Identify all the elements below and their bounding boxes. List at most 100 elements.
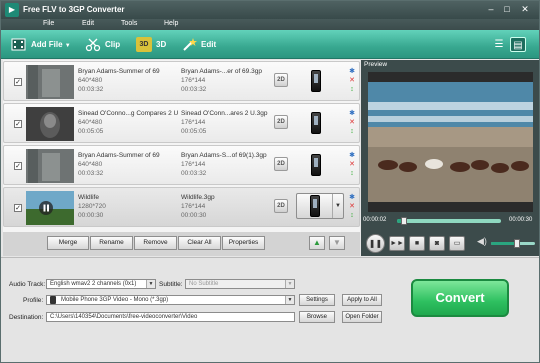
remove-button[interactable]: Remove <box>134 236 177 250</box>
volume-slider[interactable] <box>491 239 535 248</box>
audio-track-value: English wmav2 2 channels (0x1) <box>50 281 137 287</box>
menu-tools[interactable]: Tools <box>121 20 137 27</box>
browse-button[interactable]: Browse <box>299 311 335 323</box>
close-icon[interactable]: ✕ <box>519 4 531 15</box>
volume-icon[interactable]: ◀) <box>477 236 487 247</box>
apply-to-all-button[interactable]: Apply to All <box>342 294 382 306</box>
profile-select[interactable]: Mobile Phone 3GP Video - Mono (*.3gp) ▼ <box>46 295 295 305</box>
2d-button[interactable]: 2D <box>274 73 288 87</box>
folder-icon[interactable]: ▭ <box>449 236 465 251</box>
output-duration: 00:00:30 <box>181 212 207 219</box>
phone-profile-icon[interactable] <box>311 112 321 134</box>
source-info: Bryan Adams-Summer of 69 640*480 00:03:3… <box>78 67 160 94</box>
clear-all-button[interactable]: Clear All <box>178 236 221 250</box>
source-duration: 00:00:30 <box>78 212 104 219</box>
menu-bar: File Edit Tools Help <box>1 19 539 30</box>
file-checkbox[interactable]: ✓ <box>14 120 22 128</box>
phone-profile-icon[interactable] <box>311 154 321 176</box>
move-icon[interactable]: ↕ <box>348 85 356 94</box>
profile-dropdown[interactable]: ▼ <box>296 193 344 219</box>
menu-help[interactable]: Help <box>164 20 178 27</box>
remove-icon[interactable]: ✕ <box>348 160 356 169</box>
detail-view-icon[interactable]: ▤ <box>510 37 526 52</box>
output-name: Bryan Adams-...er of 69.3gp <box>181 68 262 75</box>
list-item[interactable]: ✓ Bryan Adams-Summer of 69 640*480 00:03… <box>3 145 360 185</box>
time-total: 00:00:30 <box>509 217 533 223</box>
source-title: Bryan Adams-Summer of 69 <box>78 152 160 159</box>
seek-handle[interactable] <box>401 217 408 225</box>
destination-input[interactable]: C:\Users\140354\Documents\free-videoconv… <box>46 312 295 322</box>
list-view-icon[interactable]: ☰ <box>491 37 507 52</box>
move-icon[interactable]: ↕ <box>348 127 356 136</box>
menu-file[interactable]: File <box>43 20 54 27</box>
convert-button[interactable]: Convert <box>411 279 509 317</box>
source-duration: 00:03:32 <box>78 170 104 177</box>
2d-button[interactable]: 2D <box>274 199 288 213</box>
move-icon[interactable]: ↕ <box>348 169 356 178</box>
2d-button[interactable]: 2D <box>274 157 288 171</box>
profile-value: Mobile Phone 3GP Video - Mono (*.3gp) <box>61 297 169 303</box>
chevron-down-icon: ▼ <box>64 43 71 49</box>
phone-profile-icon[interactable] <box>311 70 321 92</box>
open-folder-button[interactable]: Open Folder <box>342 311 382 323</box>
move-down-icon[interactable]: ▼ <box>329 236 345 250</box>
video-thumbnail[interactable] <box>26 107 74 141</box>
seek-bar[interactable] <box>397 217 501 225</box>
video-thumbnail[interactable] <box>26 191 74 225</box>
app-logo-icon: ▶ <box>5 3 19 17</box>
menu-edit[interactable]: Edit <box>82 20 94 27</box>
2d-button[interactable]: 2D <box>274 115 288 129</box>
volume-handle[interactable] <box>514 239 521 248</box>
source-resolution: 640*480 <box>78 77 103 84</box>
source-duration: 00:03:32 <box>78 86 104 93</box>
remove-icon[interactable]: ✕ <box>348 202 356 211</box>
pause-icon[interactable]: ❚❚ <box>366 234 385 253</box>
settings-icon[interactable]: ✱ <box>348 109 356 118</box>
settings-icon[interactable]: ✱ <box>348 151 356 160</box>
row-controls: ✱ ✕ ↕ <box>348 67 356 94</box>
settings-icon[interactable]: ✱ <box>348 193 356 202</box>
maximize-icon[interactable]: □ <box>501 4 513 15</box>
snapshot-icon[interactable]: ◙ <box>429 236 445 251</box>
remove-icon[interactable]: ✕ <box>348 118 356 127</box>
settings-icon[interactable]: ✱ <box>348 67 356 76</box>
rename-button[interactable]: Rename <box>90 236 133 250</box>
output-resolution: 176*144 <box>181 203 206 210</box>
file-checkbox[interactable]: ✓ <box>14 162 22 170</box>
move-icon[interactable]: ↕ <box>348 211 356 220</box>
audio-track-select[interactable]: English wmav2 2 channels (0x1) ▼ <box>46 279 156 289</box>
list-item[interactable]: ✓ Sinead O'Conno...g Compares 2 U 640*48… <box>3 103 360 143</box>
subtitle-select[interactable]: No Subtitle ▼ <box>185 279 295 289</box>
film-add-icon <box>11 37 27 52</box>
edit-button[interactable]: Edit <box>181 36 216 53</box>
source-resolution: 640*480 <box>78 119 103 126</box>
preview-video <box>368 72 533 212</box>
add-file-button[interactable]: Add File ▼ <box>11 36 71 53</box>
edit-label: Edit <box>201 40 217 49</box>
output-resolution: 176*144 <box>181 119 206 126</box>
source-info: Bryan Adams-Summer of 69 640*480 00:03:3… <box>78 151 160 178</box>
stop-icon[interactable]: ■ <box>409 236 425 251</box>
video-thumbnail[interactable] <box>26 149 74 183</box>
merge-button[interactable]: Merge <box>47 236 89 250</box>
3d-button[interactable]: 3D 3D <box>136 36 166 53</box>
remove-icon[interactable]: ✕ <box>348 76 356 85</box>
add-file-label: Add File <box>31 40 63 49</box>
source-info: Sinead O'Conno...g Compares 2 U 640*480 … <box>78 109 178 136</box>
file-checkbox[interactable]: ✓ <box>14 78 22 86</box>
properties-button[interactable]: Properties <box>222 236 265 250</box>
minimize-icon[interactable]: – <box>485 4 497 15</box>
output-duration: 00:03:32 <box>181 86 207 93</box>
fast-forward-icon[interactable]: ►► <box>389 236 405 251</box>
output-resolution: 176*144 <box>181 77 206 84</box>
clip-button[interactable]: Clip <box>85 36 120 53</box>
list-item[interactable]: ✓ Bryan Adams-Summer of 69 640*480 00:03… <box>3 61 360 101</box>
source-title: Wildlife <box>78 194 99 201</box>
output-name: Sinead O'Conn...ares 2 U.3gp <box>181 110 268 117</box>
video-thumbnail[interactable] <box>26 65 74 99</box>
window-title: Free FLV to 3GP Converter <box>23 5 125 14</box>
move-up-icon[interactable]: ▲ <box>309 236 325 250</box>
file-checkbox[interactable]: ✓ <box>14 204 22 212</box>
settings-button[interactable]: Settings <box>299 294 335 306</box>
list-item[interactable]: ✓ Wildlife 1280*720 00:00:30 Wildlife.3g… <box>3 187 360 227</box>
